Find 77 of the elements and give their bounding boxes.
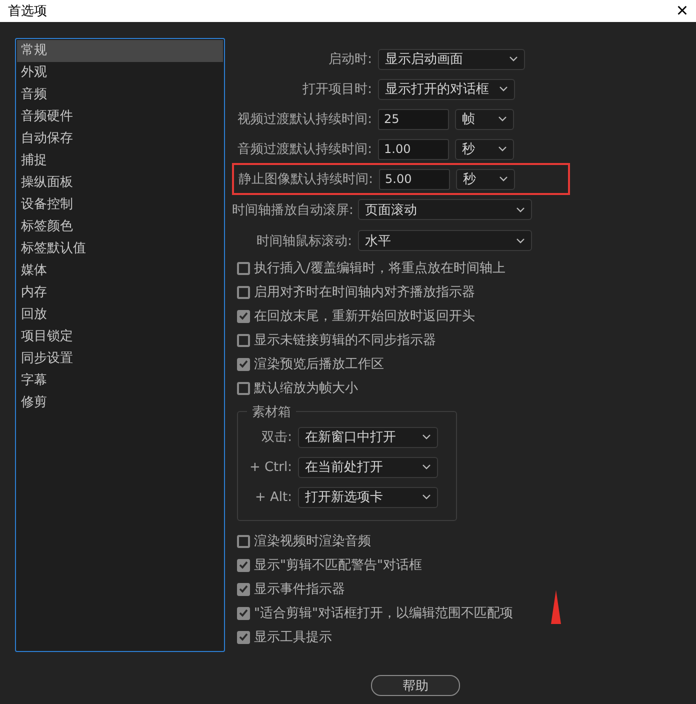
chevron-down-icon [422, 494, 431, 500]
group-title: 素材箱 [247, 403, 296, 421]
setting-label: 打开项目时: [302, 81, 372, 98]
chevron-down-icon [422, 464, 431, 470]
checkbox-label: 显示工具提示 [254, 629, 332, 646]
dropdown[interactable]: 在新窗口中打开 [298, 426, 438, 448]
chevron-down-icon [499, 176, 508, 182]
dropdown[interactable]: 水平 [358, 230, 532, 251]
unit-dropdown[interactable]: 秒 [455, 138, 514, 160]
dropdown[interactable]: 显示打开的对话框 [378, 78, 515, 100]
dropdown[interactable]: 页面滚动 [358, 199, 532, 220]
checkbox-label: 启用对齐时在时间轴内对齐播放指示器 [254, 284, 475, 301]
category-item[interactable]: 音频 [17, 84, 223, 106]
category-item[interactable]: 外观 [17, 62, 223, 84]
checkbox-label: 默认缩放为帧大小 [254, 380, 358, 397]
category-item[interactable]: 标签颜色 [17, 216, 223, 238]
checkbox[interactable] [237, 310, 250, 322]
setting-label: 音频过渡默认持续时间: [236, 141, 372, 158]
setting-label: + Ctrl: [248, 460, 292, 474]
checkbox[interactable] [237, 262, 250, 274]
checkbox-label: 显示未链接剪辑的不同步指示器 [254, 332, 436, 349]
category-item[interactable]: 同步设置 [17, 348, 223, 370]
checkbox[interactable] [237, 358, 250, 370]
checkbox[interactable] [237, 534, 250, 548]
category-item[interactable]: 捕捉 [17, 150, 223, 172]
dropdown[interactable]: 在当前处打开 [298, 456, 438, 478]
checkbox[interactable] [237, 334, 250, 346]
duration-field[interactable]: 25 [378, 108, 449, 130]
category-item[interactable]: 常规 [17, 40, 223, 62]
checkbox-label: 渲染预览后播放工作区 [254, 356, 384, 373]
category-item[interactable]: 项目锁定 [17, 326, 223, 348]
close-button[interactable]: × [676, 1, 688, 21]
category-item[interactable]: 内存 [17, 282, 223, 304]
category-item[interactable]: 操纵面板 [17, 172, 223, 194]
dropdown[interactable]: 显示启动画面 [378, 48, 525, 70]
category-item[interactable]: 设备控制 [17, 194, 223, 216]
checkbox-label: 执行插入/覆盖编辑时，将重点放在时间轴上 [254, 260, 506, 277]
chevron-down-icon [509, 56, 518, 62]
setting-label: 静止图像默认持续时间: [238, 171, 373, 188]
unit-dropdown[interactable]: 帧 [455, 108, 514, 130]
category-item[interactable]: 标签默认值 [17, 238, 223, 260]
unit-dropdown[interactable]: 秒 [456, 168, 515, 190]
category-item[interactable]: 回放 [17, 304, 223, 326]
chevron-down-icon [516, 206, 525, 212]
category-item[interactable]: 自动保存 [17, 128, 223, 150]
category-item[interactable]: 修剪 [17, 392, 223, 414]
checkbox-label: 显示"剪辑不匹配警告"对话框 [254, 557, 422, 574]
chevron-down-icon [422, 434, 431, 440]
duration-field[interactable]: 5.00 [379, 168, 450, 190]
checkbox[interactable] [237, 286, 250, 298]
help-button[interactable]: 帮助 [371, 675, 460, 696]
setting-label: 时间轴鼠标滚动: [256, 232, 352, 250]
chevron-down-icon [498, 116, 507, 122]
checkbox-label: "适合剪辑"对话框打开，以编辑范围不匹配项 [254, 605, 513, 622]
chevron-down-icon [516, 238, 525, 244]
setting-label: 时间轴播放自动滚屏: [232, 202, 352, 218]
duration-field[interactable]: 1.00 [378, 138, 449, 160]
setting-label: + Alt: [254, 490, 292, 504]
pointer-arrow [551, 590, 561, 624]
checkbox[interactable] [237, 382, 250, 394]
setting-label: 启动时: [328, 51, 372, 68]
category-item[interactable]: 音频硬件 [17, 106, 223, 128]
checkbox[interactable] [237, 558, 250, 572]
dropdown[interactable]: 打开新选项卡 [298, 486, 438, 508]
checkbox-label: 在回放末尾，重新开始回放时返回开头 [254, 308, 475, 325]
checkbox-label: 渲染视频时渲染音频 [254, 533, 371, 550]
category-item[interactable]: 字幕 [17, 370, 223, 392]
setting-label: 双击: [260, 429, 292, 446]
checkbox[interactable] [237, 630, 250, 644]
window-title: 首选项 [8, 3, 47, 20]
setting-label: 视频过渡默认持续时间: [236, 111, 372, 128]
category-item[interactable]: 媒体 [17, 260, 223, 282]
checkbox[interactable] [237, 606, 250, 620]
checkbox-label: 显示事件指示器 [254, 581, 345, 598]
checkbox[interactable] [237, 582, 250, 596]
chevron-down-icon [498, 146, 507, 152]
chevron-down-icon [499, 86, 508, 92]
